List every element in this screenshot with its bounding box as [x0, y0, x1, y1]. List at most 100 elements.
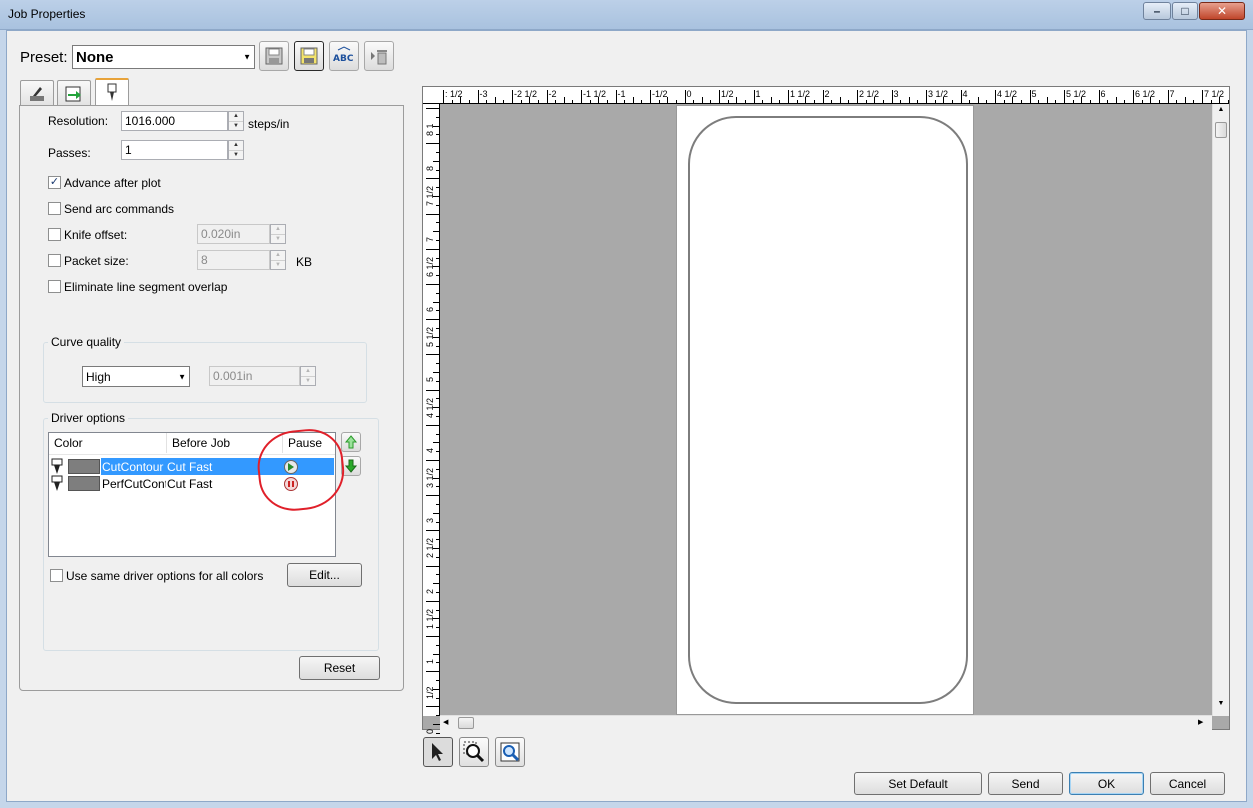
curve-quality-select[interactable]: High ▼ [82, 366, 190, 387]
spin-up-icon[interactable]: ▲ [229, 112, 243, 122]
passes-input[interactable]: 1 [121, 140, 228, 160]
scroll-thumb[interactable] [458, 717, 474, 729]
scroll-up-icon[interactable]: ▲ [1215, 106, 1227, 118]
ruler-minor-tick [865, 100, 867, 104]
ruler-minor-tick [770, 97, 772, 104]
preset-label: Preset: [20, 49, 68, 66]
edit-button[interactable]: Edit... [287, 563, 362, 587]
ok-button[interactable]: OK [1069, 772, 1144, 795]
ruler-minor-tick [520, 100, 522, 104]
color-swatch [68, 476, 100, 491]
close-icon[interactable]: ✕ [1199, 2, 1245, 20]
curve-tolerance-input[interactable]: 0.001in [209, 366, 300, 386]
spin-down-icon[interactable]: ▼ [301, 377, 315, 386]
ruler-label: 1 [755, 89, 761, 99]
cut-preview[interactable]: : 1/2 -3 -2 1/2 -2 -1 1/2 -1 -1/2 0 1/2 1 1 1/2 2 2 … [422, 86, 1230, 734]
vertical-scrollbar[interactable]: ▲ ▼ [1212, 104, 1229, 716]
ruler-label: 3 1/2 [928, 89, 949, 99]
zoom-tool-button[interactable] [459, 737, 489, 767]
ruler-label: -2 1/2 [514, 89, 538, 99]
delete-preset-button[interactable] [364, 41, 394, 71]
minimize-icon[interactable]: – [1143, 2, 1171, 20]
ruler-minor-tick [882, 100, 884, 104]
resolution-input[interactable]: 1016.000 [121, 111, 228, 131]
ruler-tick [426, 389, 440, 391]
maximize-icon[interactable]: □ [1172, 2, 1198, 20]
packet-size-checkbox[interactable] [48, 254, 61, 267]
zoom-fit-button[interactable] [495, 737, 525, 767]
resolution-spinner[interactable]: ▲ ▼ [228, 111, 244, 131]
horizontal-scrollbar[interactable]: ◀ ▶ [440, 715, 1212, 731]
use-same-options-label: Use same driver options for all colors [66, 569, 264, 583]
ruler-tick [822, 90, 824, 104]
spin-up-icon[interactable]: ▲ [271, 251, 285, 261]
ruler-minor-tick [848, 100, 850, 104]
spin-down-icon[interactable]: ▼ [271, 261, 285, 270]
ruler-tick [995, 90, 996, 104]
driver-options-title: Driver options [48, 411, 129, 425]
ruler-minor-tick [503, 100, 505, 104]
scroll-right-icon[interactable]: ▶ [1198, 718, 1208, 730]
ruler-label: 3 1/2 [425, 467, 435, 488]
delete-icon [371, 50, 387, 65]
zoom-fit-icon [500, 742, 520, 762]
send-button[interactable]: Send [988, 772, 1063, 795]
ruler-minor-tick [917, 100, 919, 104]
spin-down-icon[interactable]: ▼ [229, 151, 243, 160]
tab-transfer[interactable] [57, 80, 91, 106]
tab-cutter[interactable] [20, 80, 54, 106]
ruler-label: 7 [1169, 89, 1175, 99]
packet-size-input[interactable]: 8 [197, 250, 270, 270]
column-header-color[interactable]: Color [49, 433, 167, 453]
set-default-button[interactable]: Set Default [854, 772, 982, 795]
color-swatch [68, 459, 100, 474]
select-tool-button[interactable] [423, 737, 453, 767]
ruler-label: 5 1/2 [1066, 89, 1087, 99]
scroll-thumb[interactable] [1215, 122, 1227, 138]
spin-up-icon[interactable]: ▲ [271, 225, 285, 235]
ruler-label: 4 1/2 [425, 397, 435, 418]
move-up-button[interactable] [341, 432, 361, 452]
cut-contour-shape[interactable] [688, 116, 968, 704]
scroll-down-icon[interactable]: ▼ [1215, 700, 1227, 712]
ruler-tick [426, 284, 440, 285]
ruler-tick [477, 90, 479, 104]
packet-size-spinner[interactable]: ▲ ▼ [270, 250, 286, 270]
ruler-label: 5 [425, 377, 435, 383]
ruler-minor-tick [1115, 97, 1117, 104]
transfer-icon [65, 86, 81, 101]
ruler-minor-tick [436, 592, 440, 593]
knife-offset-input[interactable]: 0.020in [197, 224, 270, 244]
ruler-label: -1/2 [652, 89, 668, 99]
spin-up-icon[interactable]: ▲ [301, 367, 315, 377]
knife-offset-checkbox[interactable] [48, 228, 61, 241]
save-as-preset-button[interactable] [294, 41, 324, 71]
spin-up-icon[interactable]: ▲ [229, 141, 243, 151]
passes-spinner[interactable]: ▲ ▼ [228, 140, 244, 160]
eliminate-overlap-checkbox[interactable] [48, 280, 61, 293]
ruler-minor-tick [436, 697, 440, 699]
spin-down-icon[interactable]: ▼ [229, 122, 243, 131]
preset-select[interactable]: None ▼ [72, 45, 255, 69]
ruler-tick [1064, 90, 1065, 104]
ruler-minor-tick [693, 100, 695, 104]
cancel-button[interactable]: Cancel [1150, 772, 1225, 795]
ruler-tick [650, 90, 651, 104]
row-before-job: Cut Fast [167, 460, 213, 474]
use-same-options-checkbox[interactable] [50, 569, 63, 582]
ruler-minor-tick [641, 100, 643, 104]
spin-down-icon[interactable]: ▼ [271, 235, 285, 244]
ruler-minor-tick [436, 451, 440, 453]
save-preset-button[interactable] [259, 41, 289, 71]
curve-tolerance-spinner[interactable]: ▲ ▼ [300, 366, 316, 386]
knife-offset-spinner[interactable]: ▲ ▼ [270, 224, 286, 244]
send-arc-commands-checkbox[interactable] [48, 202, 61, 215]
ruler-label: 4 1/2 [997, 89, 1018, 99]
rename-preset-button[interactable]: ABC [329, 41, 359, 71]
ruler-label: 1/2 [721, 89, 734, 99]
ruler-tick [753, 90, 755, 104]
tab-driver[interactable] [95, 78, 129, 106]
advance-after-plot-checkbox[interactable]: ✓ [48, 176, 61, 189]
scroll-left-icon[interactable]: ◀ [443, 718, 453, 730]
reset-button[interactable]: Reset [299, 656, 380, 680]
